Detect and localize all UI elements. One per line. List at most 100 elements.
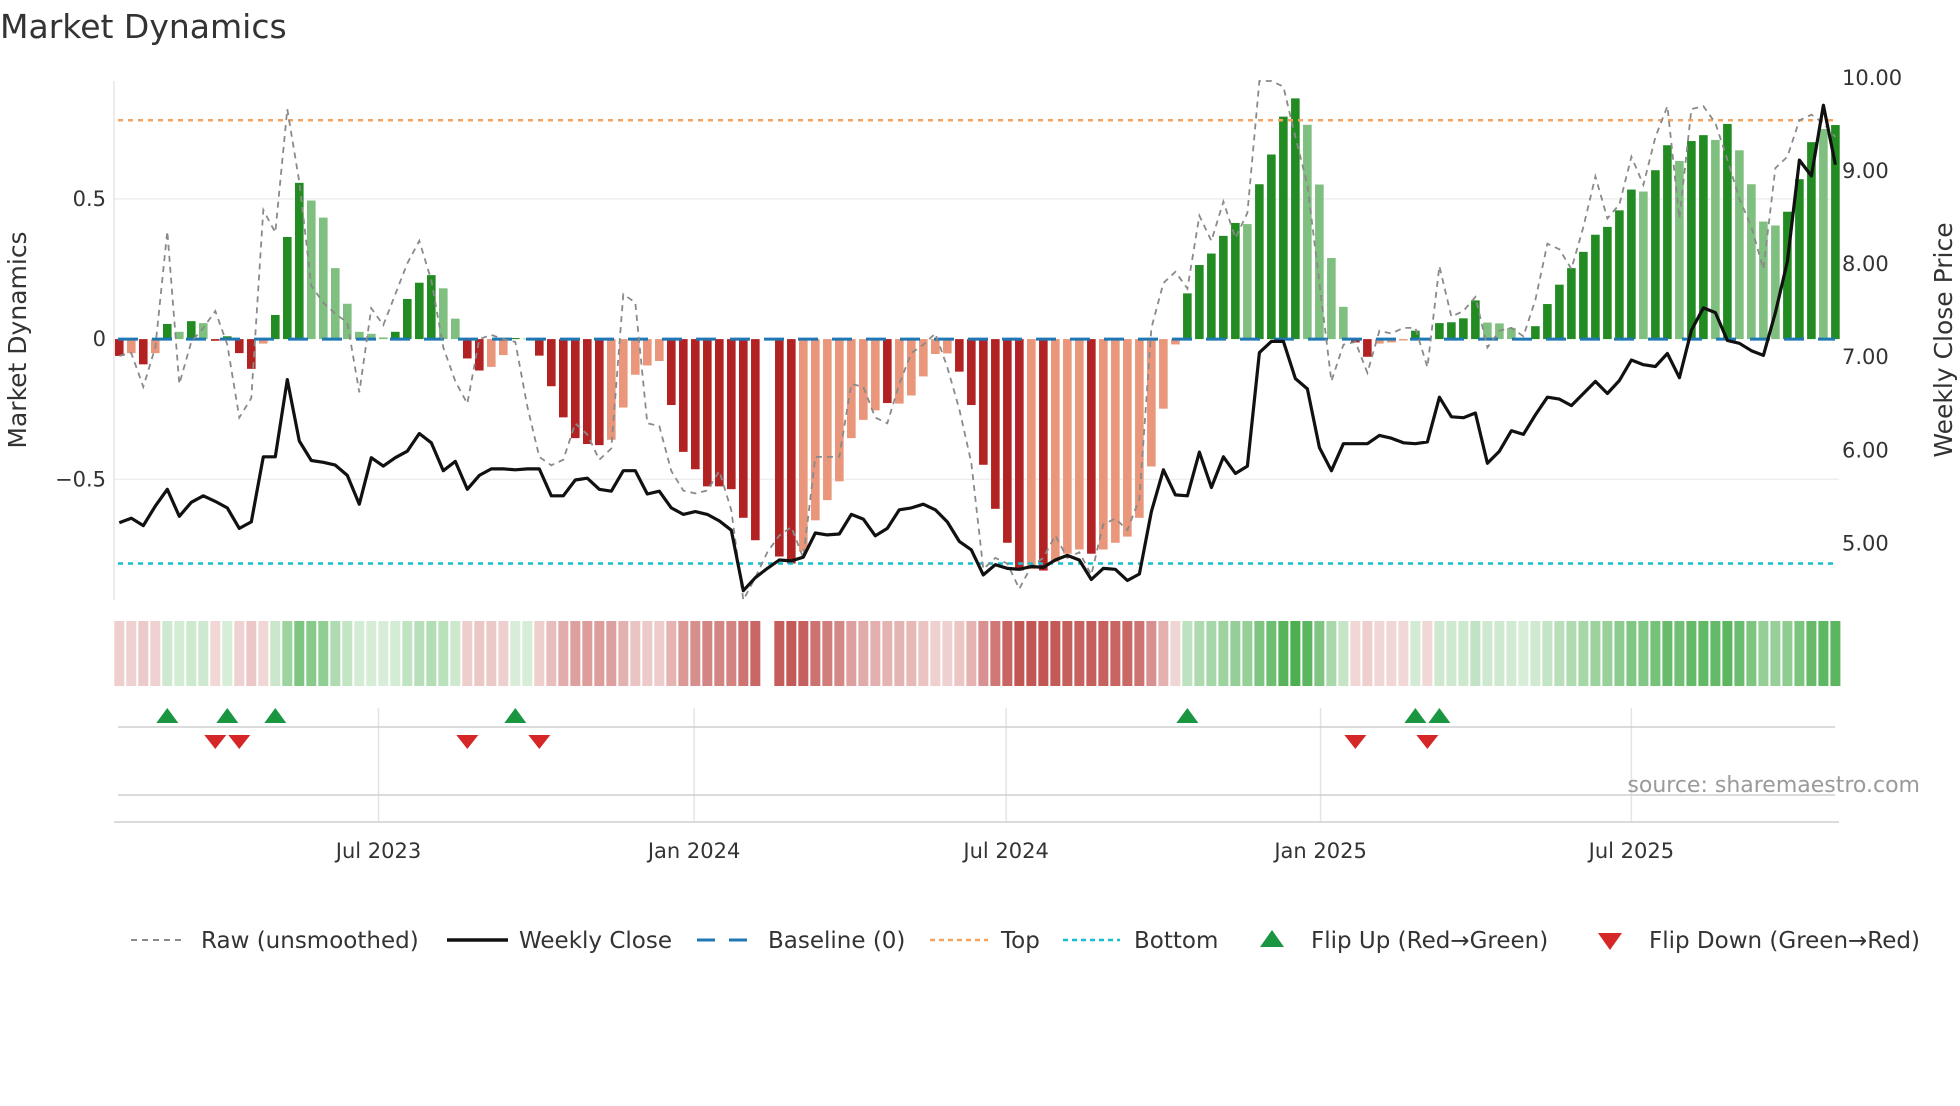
momentum-bar bbox=[1219, 235, 1228, 340]
momentum-bar bbox=[439, 288, 448, 340]
momentum-bar bbox=[1267, 154, 1276, 340]
heat-strip-cell bbox=[1746, 621, 1757, 686]
momentum-bar bbox=[138, 339, 148, 365]
momentum-bar bbox=[306, 200, 316, 340]
heat-strip-cell bbox=[270, 621, 281, 686]
momentum-bar bbox=[1531, 326, 1540, 340]
heat-strip-cell bbox=[1086, 621, 1097, 686]
momentum-bar bbox=[1639, 191, 1648, 340]
heat-strip-cell bbox=[570, 621, 581, 686]
heat-strip-cell bbox=[822, 621, 833, 686]
heat-strip-cell bbox=[1326, 621, 1337, 686]
momentum-bar bbox=[1627, 189, 1636, 340]
flip-up-marker bbox=[264, 708, 287, 723]
market-dynamics-chart: Market Dynamics 0.5 0 −0.5 10.00 9.00 8.… bbox=[0, 7, 1958, 954]
heat-strip-cell bbox=[402, 621, 413, 686]
heat-strip-cell bbox=[330, 621, 341, 686]
momentum-bar bbox=[943, 339, 952, 354]
momentum-bar bbox=[535, 339, 544, 356]
heat-strip-cell bbox=[342, 621, 353, 686]
heat-strip-cell bbox=[462, 621, 473, 686]
heat-strip-cell bbox=[882, 621, 893, 686]
heat-strip-cell bbox=[1182, 621, 1193, 686]
heat-strip-cell bbox=[1266, 621, 1277, 686]
heat-strip-cell bbox=[1566, 621, 1577, 686]
heat-strip-cell bbox=[1110, 621, 1121, 686]
reference-lines bbox=[118, 119, 1835, 565]
legend-flip-up-label: Flip Up (Red→Green) bbox=[1311, 928, 1548, 954]
heat-strip-cell bbox=[522, 621, 533, 686]
momentum-bar bbox=[1111, 339, 1120, 543]
x-grid-lines bbox=[377, 708, 1633, 822]
heat-strip-cell bbox=[714, 621, 725, 686]
momentum-bar bbox=[1303, 124, 1312, 340]
heat-strip-cell bbox=[1590, 621, 1601, 686]
heat-strip-cell bbox=[162, 621, 173, 686]
heat-strip-cell bbox=[990, 621, 1001, 686]
momentum-bar bbox=[1039, 339, 1048, 571]
heat-strip-cell bbox=[474, 621, 485, 686]
legend: Raw (unsmoothed) Weekly Close Baseline (… bbox=[131, 928, 1920, 954]
momentum-bar bbox=[1099, 339, 1108, 550]
heat-strip-cell bbox=[378, 621, 389, 686]
momentum-bar bbox=[1615, 210, 1624, 340]
momentum-bar bbox=[1435, 323, 1444, 340]
y-tick-label: 0.5 bbox=[73, 187, 106, 211]
momentum-bar bbox=[1183, 293, 1192, 340]
heat-strip-cell bbox=[1410, 621, 1421, 686]
heat-strip-cell bbox=[198, 621, 209, 686]
heat-strip-cell bbox=[942, 621, 953, 686]
momentum-bar bbox=[691, 339, 700, 470]
legend-flip-down-label: Flip Down (Green→Red) bbox=[1649, 928, 1920, 954]
y-right-tick-label: 9.00 bbox=[1842, 159, 1889, 183]
x-tick-label: Jul 2024 bbox=[961, 839, 1048, 863]
flip-down-marker bbox=[1344, 735, 1367, 749]
momentum-bar bbox=[619, 339, 628, 408]
heat-strip-cell bbox=[1398, 621, 1409, 686]
y-right-tick-label: 7.00 bbox=[1842, 345, 1889, 369]
momentum-bar bbox=[198, 323, 208, 340]
heat-strip-cell bbox=[258, 621, 269, 686]
momentum-bar bbox=[451, 318, 460, 340]
y-right-tick-label: 6.00 bbox=[1842, 438, 1889, 462]
heat-strip-cell bbox=[1482, 621, 1493, 686]
momentum-bar bbox=[739, 339, 748, 518]
momentum-bar bbox=[1075, 339, 1084, 550]
momentum-bar bbox=[679, 339, 688, 452]
heat-strip-cell bbox=[1818, 621, 1829, 686]
heat-strip-cell bbox=[1506, 621, 1517, 686]
heat-strip-cell bbox=[174, 621, 185, 686]
momentum-bar bbox=[1651, 170, 1660, 340]
momentum-bar bbox=[1027, 339, 1036, 570]
heat-strip-cell bbox=[1170, 621, 1181, 686]
y-right-tick-label: 8.00 bbox=[1842, 252, 1889, 276]
momentum-bar bbox=[727, 339, 736, 490]
heat-strip-cell bbox=[654, 621, 665, 686]
right-axis-title: Weekly Close Price bbox=[1929, 222, 1958, 457]
heat-strip-cell bbox=[1614, 621, 1625, 686]
momentum-bar bbox=[883, 339, 892, 404]
momentum-bar bbox=[775, 339, 784, 557]
heat-strip-cell bbox=[1230, 621, 1241, 686]
source-credit: source: sharemaestro.com bbox=[1627, 773, 1920, 798]
heat-strip-cell bbox=[1122, 621, 1133, 686]
momentum-bar bbox=[1591, 234, 1600, 340]
flip-up-marker bbox=[504, 708, 527, 723]
heat-strip-cell bbox=[1758, 621, 1769, 686]
heat-strip-cell bbox=[594, 621, 605, 686]
heat-strip-cell bbox=[954, 621, 965, 686]
heat-strip-cell bbox=[294, 621, 305, 686]
momentum-bar bbox=[1363, 339, 1372, 357]
heat-strip-cell bbox=[1206, 621, 1217, 686]
heat-strip-cell bbox=[1314, 621, 1325, 686]
momentum-bar bbox=[1123, 339, 1132, 537]
heat-strip-cell bbox=[1302, 621, 1313, 686]
momentum-bar bbox=[1567, 268, 1576, 340]
momentum-bar bbox=[1147, 339, 1156, 467]
momentum-bar bbox=[1315, 184, 1324, 340]
heat-strip-cell bbox=[1362, 621, 1373, 686]
x-ticks: Jul 2023 Jan 2024 Jul 2024 Jan 2025 Jul … bbox=[334, 839, 1674, 863]
heat-strip-cell bbox=[210, 621, 221, 686]
momentum-bar bbox=[1135, 339, 1144, 518]
momentum-bar bbox=[1015, 339, 1024, 571]
